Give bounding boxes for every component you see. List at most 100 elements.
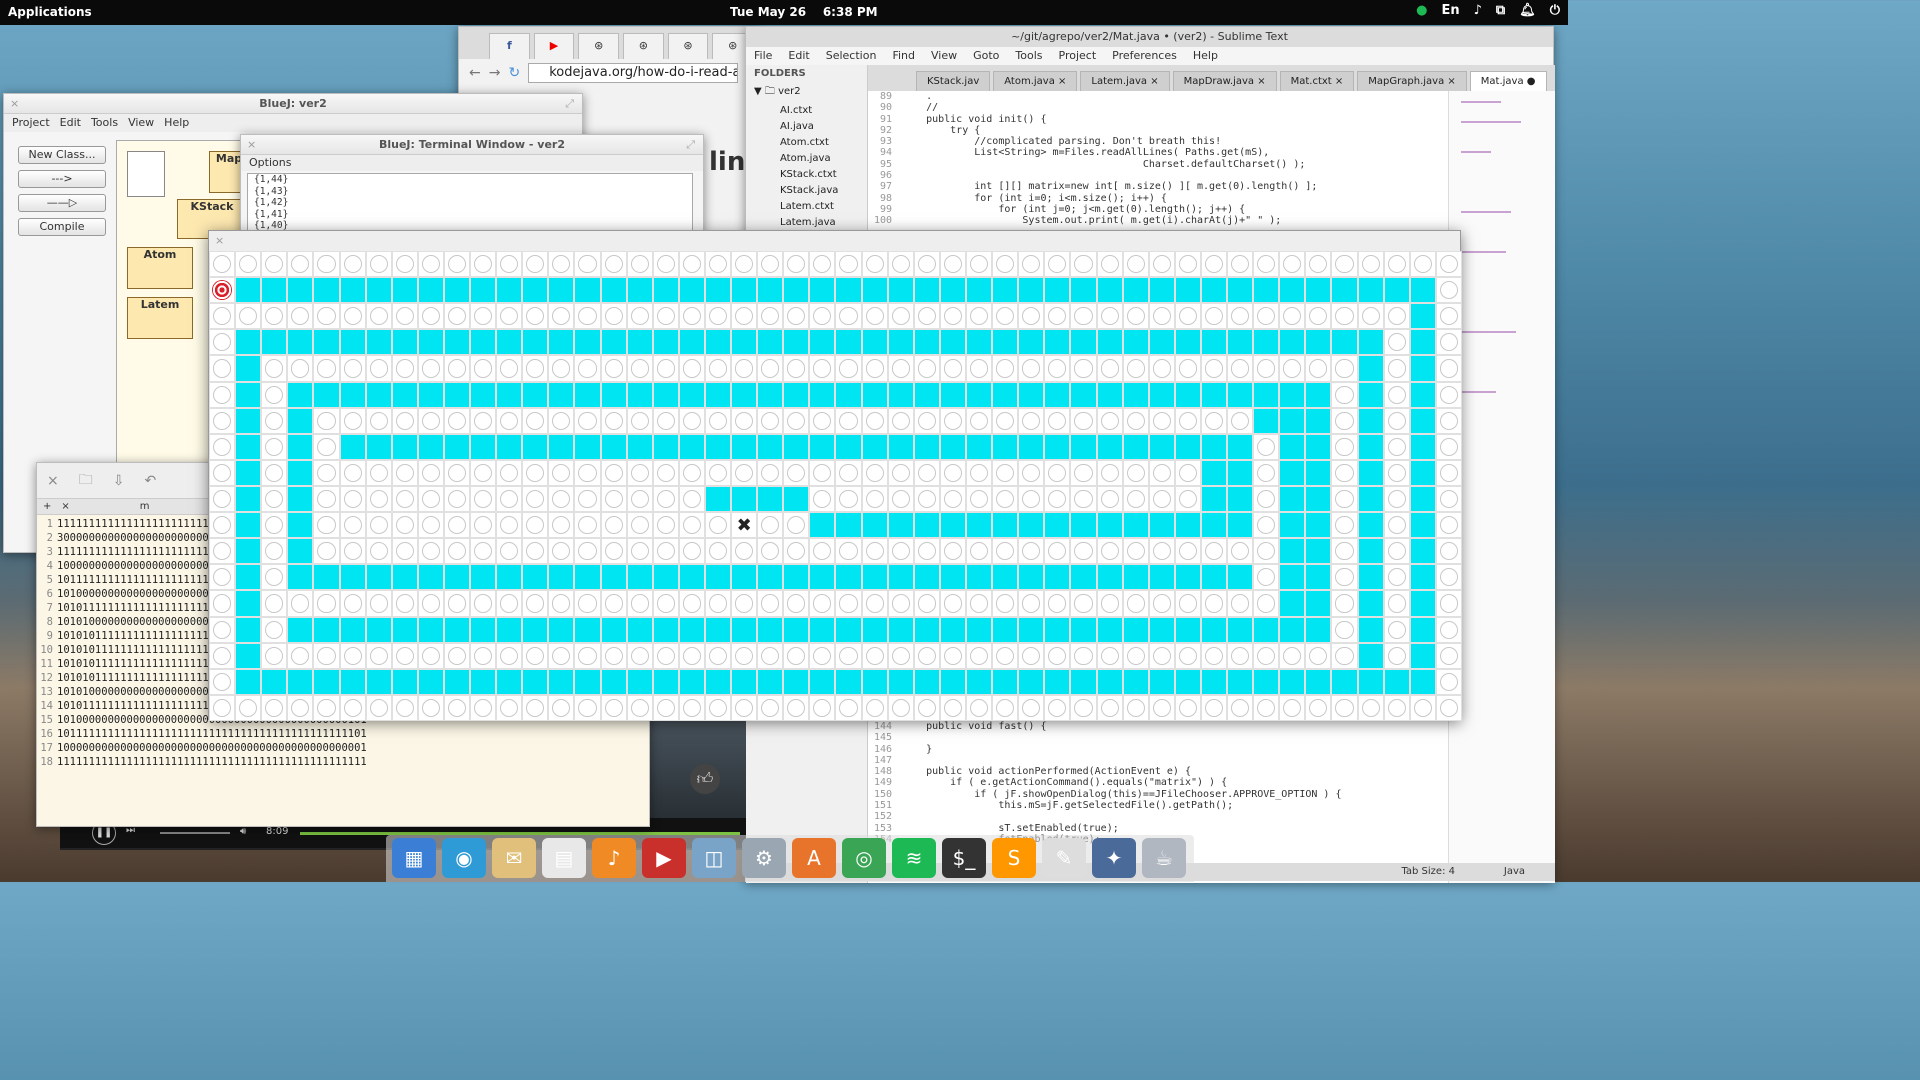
menu-project[interactable]: Project	[1059, 47, 1097, 65]
file-item[interactable]: Atom.ctxt	[746, 135, 867, 151]
file-item[interactable]: AI.ctxt	[746, 103, 867, 119]
tab-mat-java[interactable]: Mat.java ●	[1469, 71, 1547, 91]
thumbs-up-icon[interactable]: 👍︎	[690, 764, 720, 794]
file-item[interactable]: Latem.ctxt	[746, 199, 867, 215]
workspaces-icon[interactable]: ▦	[392, 838, 436, 878]
calendar-icon[interactable]: ▤	[542, 838, 586, 878]
maze-grid[interactable]	[209, 251, 1462, 721]
reload-icon[interactable]: ↻	[508, 65, 520, 81]
new-class-button[interactable]: New Class...	[18, 146, 106, 164]
file-item[interactable]: AI.java	[746, 119, 867, 135]
address-bar[interactable]: kodejava.org/how-do-i-read-all-	[528, 63, 739, 83]
file-item[interactable]: KStack.java	[746, 183, 867, 199]
maze-path-cell	[1305, 668, 1332, 695]
keyboard-layout[interactable]: En	[1441, 3, 1459, 18]
maze-wall-cell	[548, 303, 575, 330]
folder-ver2[interactable]: ▼ 🗀︎ ver2	[746, 82, 867, 103]
maze-wall-cell	[939, 694, 967, 721]
file-item[interactable]: KStack.ctxt	[746, 167, 867, 183]
maximize-icon[interactable]: ⤢	[686, 135, 695, 155]
menu-view[interactable]: View	[931, 47, 957, 65]
maze-wall-cell	[1070, 251, 1097, 278]
terminal-icon[interactable]: $_	[942, 838, 986, 878]
menu-tools[interactable]: Tools	[91, 114, 118, 132]
menu-project[interactable]: Project	[12, 114, 50, 132]
maze-wall-cell	[1383, 381, 1410, 408]
menu-view[interactable]: View	[128, 114, 154, 132]
tab-size-indicator[interactable]: Tab Size: 4	[1401, 863, 1455, 881]
minimap[interactable]	[1448, 91, 1555, 883]
options-menu[interactable]: Options	[241, 155, 703, 171]
volume-icon[interactable]: 🔊︎	[240, 826, 246, 837]
syntax-indicator[interactable]: Java	[1504, 863, 1525, 881]
class-latem[interactable]: Latem	[127, 297, 193, 339]
menu-goto[interactable]: Goto	[973, 47, 999, 65]
menu-tools[interactable]: Tools	[1015, 47, 1042, 65]
menu-selection[interactable]: Selection	[826, 47, 877, 65]
spotify-icon[interactable]: ≋	[892, 838, 936, 878]
java-icon[interactable]: ☕	[1142, 838, 1186, 878]
browser-tab[interactable]: ⊛	[578, 33, 620, 59]
close-icon[interactable]: ×	[215, 234, 224, 247]
browser-icon[interactable]: ◉	[442, 838, 486, 878]
menu-preferences[interactable]: Preferences	[1112, 47, 1177, 65]
mail-icon[interactable]: ✉	[492, 838, 536, 878]
close-icon[interactable]: ×	[10, 94, 19, 114]
file-item[interactable]: Latem.java	[746, 215, 867, 231]
readme-icon[interactable]	[127, 151, 165, 197]
volume-icon[interactable]: ♪	[1474, 3, 1482, 18]
file-item[interactable]: Atom.java	[746, 151, 867, 167]
forward-icon[interactable]: →	[489, 65, 501, 81]
appcenter-icon[interactable]: A	[792, 838, 836, 878]
maze-path-cell	[966, 381, 993, 408]
bluej-icon[interactable]: ✦	[1092, 838, 1136, 878]
power-icon[interactable]: ⏻	[1550, 3, 1560, 18]
menu-edit[interactable]: Edit	[60, 114, 81, 132]
browser-tab[interactable]: f	[489, 33, 530, 59]
compile-button[interactable]: Compile	[18, 218, 106, 236]
document-tab[interactable]: m	[140, 501, 150, 512]
maze-path-cell	[1409, 459, 1436, 486]
dependency-arrow-button[interactable]: --->	[18, 170, 106, 188]
music-icon[interactable]: ♪	[592, 838, 636, 878]
video-icon[interactable]: ▶	[642, 838, 686, 878]
menu-help[interactable]: Help	[164, 114, 189, 132]
back-icon[interactable]: ←	[469, 65, 481, 81]
volume-slider[interactable]	[160, 832, 230, 834]
tab-mapdraw[interactable]: MapDraw.java ×	[1172, 71, 1277, 91]
tab-mat-ctxt[interactable]: Mat.ctxt ×	[1279, 71, 1355, 91]
notifications-icon[interactable]: 🔔︎	[1519, 3, 1536, 18]
menu-help[interactable]: Help	[1193, 47, 1218, 65]
network-icon[interactable]: ⧉	[1496, 3, 1505, 18]
browser-tab[interactable]: ⊛	[667, 33, 709, 59]
undo-icon[interactable]: ↶	[144, 473, 156, 489]
sublime-icon[interactable]: S	[992, 838, 1036, 878]
maze-path-cell	[496, 564, 523, 591]
text-editor-icon[interactable]: ✎	[1042, 838, 1086, 878]
spotify-tray-icon[interactable]: ●	[1416, 3, 1427, 18]
menu-edit[interactable]: Edit	[788, 47, 809, 65]
tab-atom[interactable]: Atom.java ×	[993, 71, 1078, 91]
class-atom[interactable]: Atom	[127, 247, 193, 289]
close-icon[interactable]: ×	[47, 473, 59, 489]
new-tab-icon[interactable]: +	[43, 501, 51, 512]
terminal-output[interactable]: {1,44} {1,43} {1,42} {1,41} {1,40}	[247, 173, 693, 231]
close-tab-icon[interactable]: ×	[61, 501, 69, 512]
applications-menu[interactable]: Applications	[8, 5, 92, 19]
save-icon[interactable]: ⇩	[113, 473, 125, 489]
settings-icon[interactable]: ⚙	[742, 838, 786, 878]
open-folder-icon[interactable]: 🗀︎	[79, 469, 93, 493]
chrome-icon[interactable]: ◎	[842, 838, 886, 878]
tab-mapgraph[interactable]: MapGraph.java ×	[1357, 71, 1467, 91]
tab-latem[interactable]: Latem.java ×	[1080, 71, 1170, 91]
maximize-icon[interactable]: ⤢	[565, 94, 574, 114]
menu-find[interactable]: Find	[892, 47, 915, 65]
close-icon[interactable]: ×	[247, 135, 256, 155]
clock[interactable]: Tue May 26 6:38 PM	[730, 5, 878, 19]
browser-tab[interactable]: ⊛	[623, 33, 664, 59]
photos-icon[interactable]: ◫	[692, 838, 736, 878]
browser-tab[interactable]: ▶	[533, 33, 575, 59]
inheritance-arrow-button[interactable]: ——▷	[18, 194, 106, 212]
menu-file[interactable]: File	[754, 47, 772, 65]
tab-kstack[interactable]: KStack.jav	[916, 71, 991, 91]
